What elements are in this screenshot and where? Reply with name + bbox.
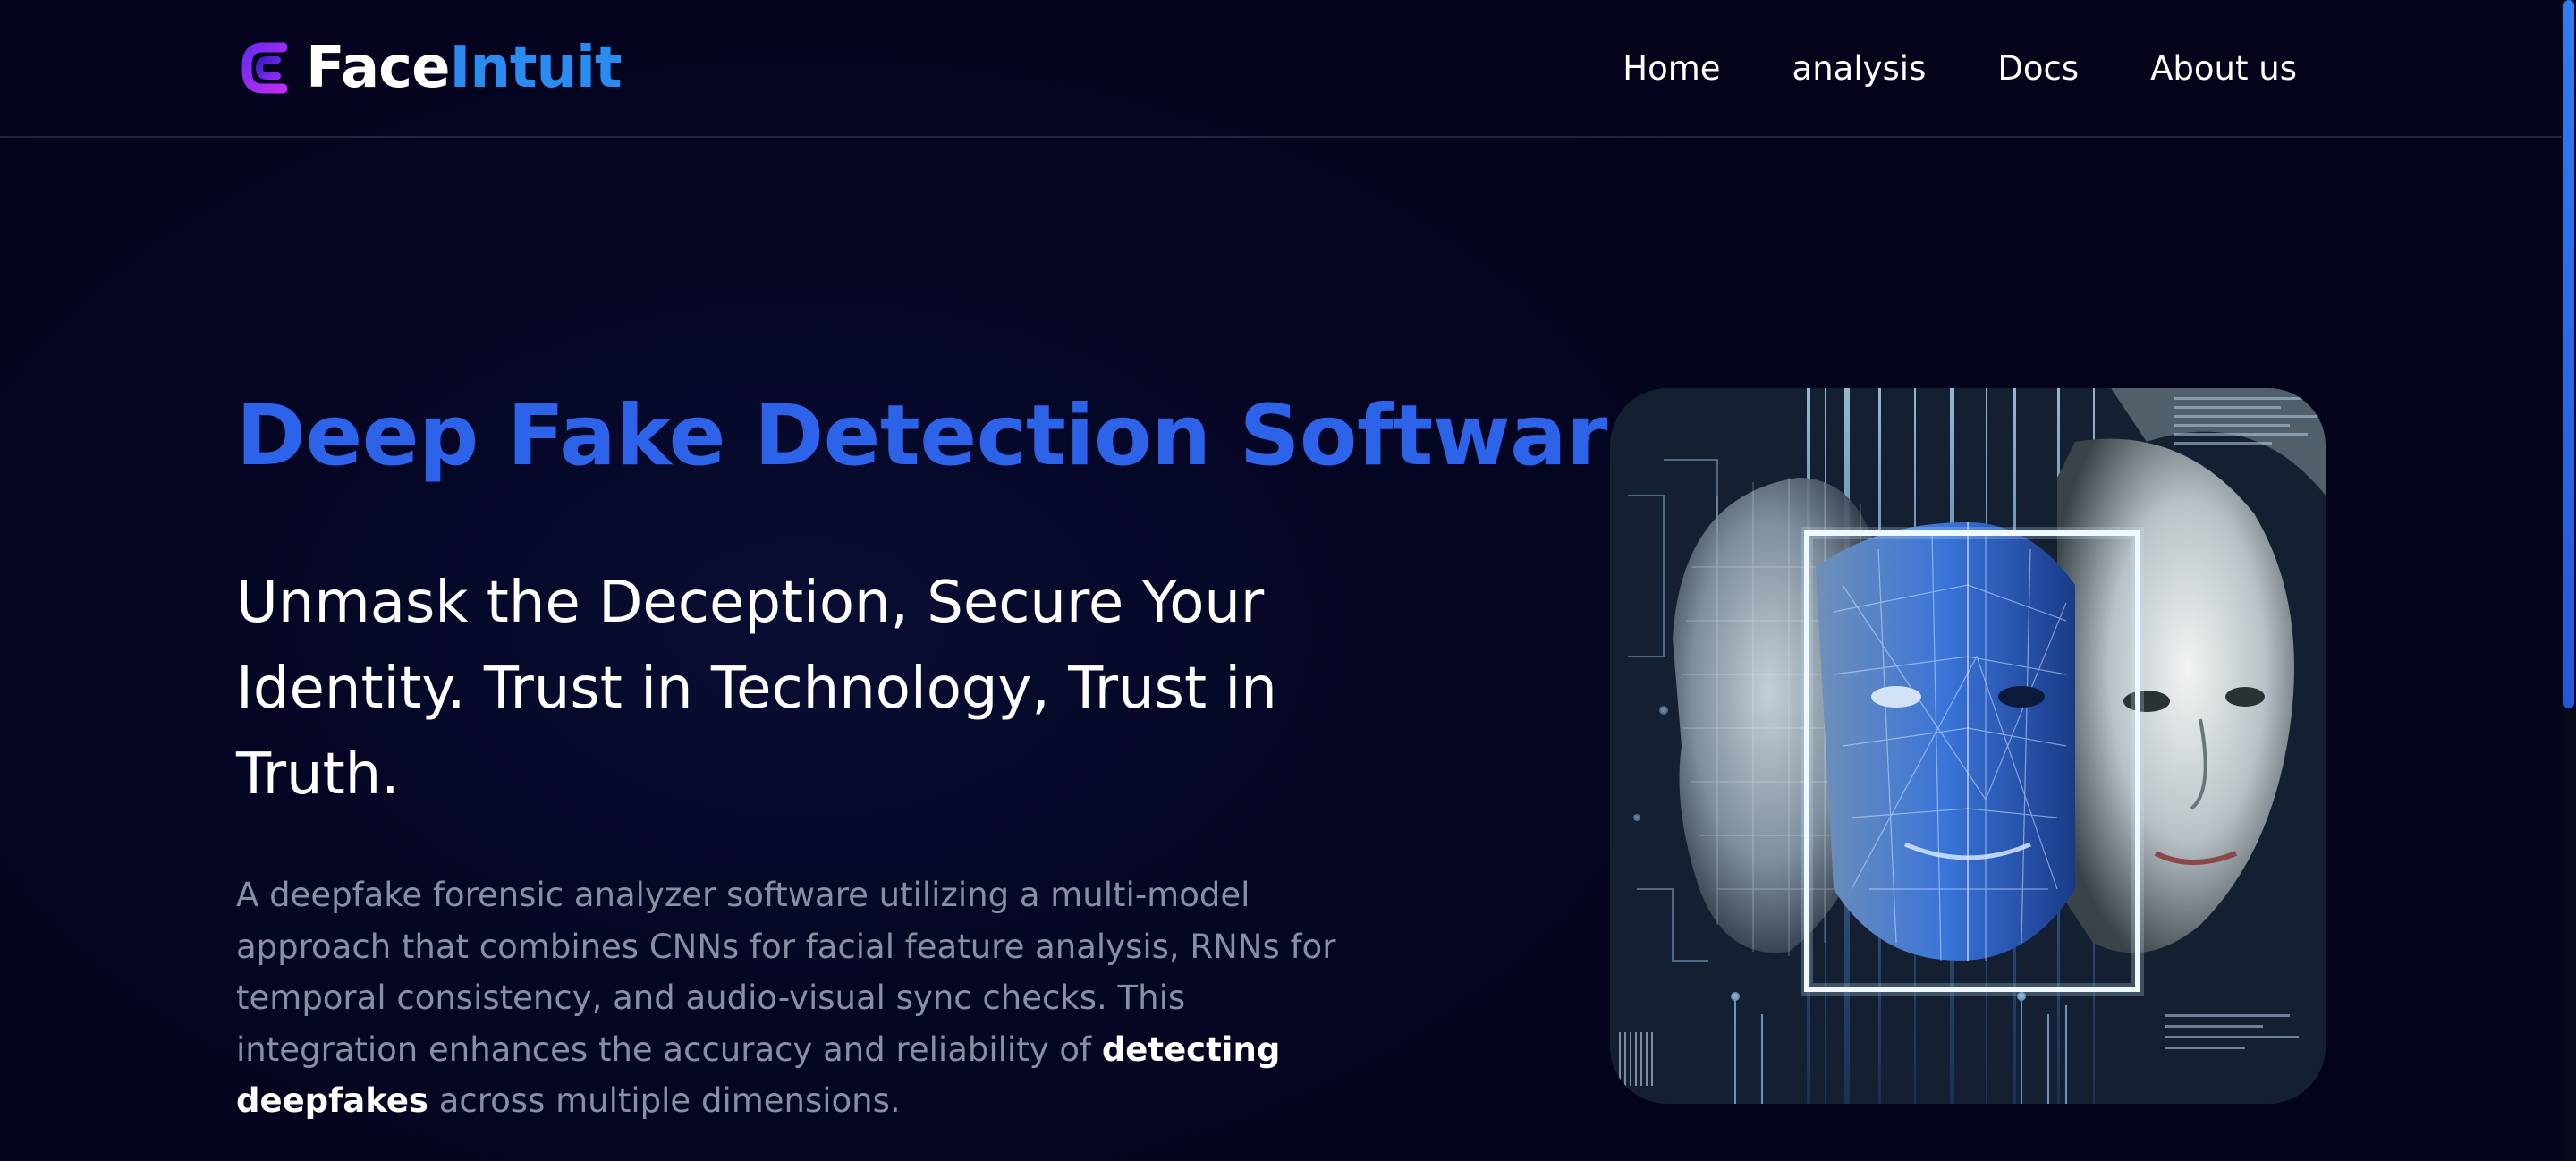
page-scrollbar[interactable] — [2562, 0, 2576, 1161]
brand-name-part2: Intuit — [449, 35, 623, 101]
hero-title: Deep Fake Detection Software — [236, 387, 1665, 485]
hero-description-end: across multiple dimensions. — [438, 1081, 901, 1120]
brand-name-part1: Face — [306, 35, 450, 101]
nav-analysis-link[interactable]: analysis — [1792, 49, 1927, 88]
nav-home-link[interactable]: Home — [1623, 49, 1720, 88]
c-logo-icon — [242, 42, 288, 94]
hero-description: A deepfake forensic analyzer software ut… — [236, 869, 1345, 1127]
nav-docs-link[interactable]: Docs — [1997, 49, 2079, 88]
nav-menu: Home analysis Docs About us — [1623, 41, 2297, 95]
navbar: FaceIntuit Home analysis Docs About us — [0, 0, 2562, 138]
hero-subtitle: Unmask the Deception, Secure Your Identi… — [236, 570, 1277, 808]
scrollbar-thumb[interactable] — [2563, 0, 2574, 708]
brand[interactable]: FaceIntuit — [236, 35, 623, 101]
nav-about-link[interactable]: About us — [2150, 49, 2297, 88]
ai-face-scan-illustration — [1610, 388, 2326, 1104]
landing-page: FaceIntuit Home analysis Docs About us D… — [0, 0, 2576, 1161]
brand-name: FaceIntuit — [306, 35, 623, 101]
